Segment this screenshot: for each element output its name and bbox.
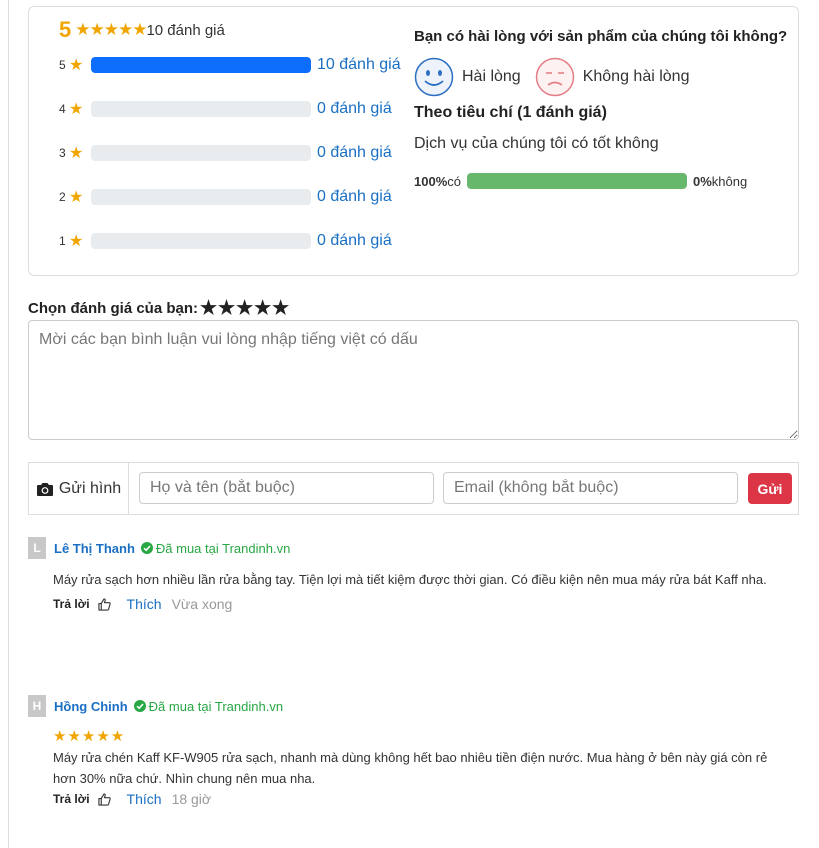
unhappy-label[interactable]: Không hài lòng (583, 68, 690, 86)
name-input[interactable] (139, 472, 434, 504)
rating-level: 3 (59, 146, 66, 160)
criteria-bar (466, 173, 687, 189)
rating-bar (91, 189, 311, 205)
rating-level: 5 (59, 58, 66, 72)
email-input[interactable] (443, 472, 738, 504)
criteria-result: 100% có 0% không (414, 173, 747, 189)
rating-bar (91, 57, 311, 73)
verified-text: Đã mua tại Trandinh.vn (148, 698, 284, 714)
thumbs-up-icon[interactable] (97, 597, 111, 611)
comment-header: H Hồng Chinh Đã mua tại Trandinh.vn (28, 695, 798, 717)
average-score: 5 (59, 17, 72, 42)
avatar: L (28, 537, 46, 559)
star-icon: ★ (69, 145, 84, 162)
avatar: H (28, 695, 46, 717)
rating-row-2[interactable]: 2 ★ 0 đánh giá (59, 187, 392, 207)
thumbs-up-icon[interactable] (97, 792, 111, 806)
comment-item: H Hồng Chinh Đã mua tại Trandinh.vn ★★★★… (28, 695, 798, 807)
rating-level: 1 (59, 234, 66, 248)
verified-text: Đã mua tại Trandinh.vn (155, 540, 291, 556)
comment-time: Vừa xong (171, 596, 233, 612)
reply-link[interactable]: Trả lời (53, 597, 90, 611)
comment-form-row: Gửi hình Gửi (28, 462, 799, 515)
satisfaction-options: Hài lòng Không hài lòng (414, 57, 703, 97)
no-percent: 0% (692, 173, 712, 189)
like-link[interactable]: Thích (127, 791, 162, 807)
total-reviews: 10 đánh giá (146, 21, 225, 39)
average-rating: 5 ★★★★★ 10 đánh giá (59, 17, 225, 43)
star-icon: ★ (69, 233, 84, 250)
no-label: không (711, 173, 748, 189)
comment-text: Máy rửa sạch hơn nhiều lần rửa bằng tay.… (53, 572, 767, 587)
choose-rating: Chọn đánh giá của bạn: ★★★★★ (28, 297, 290, 320)
comment-time: 18 giờ (171, 791, 212, 807)
star-icon: ★ (69, 57, 84, 74)
choose-rating-label: Chọn đánh giá của bạn: (28, 300, 199, 317)
commenter-name: Lê Thị Thanh (54, 540, 135, 556)
star-icon: ★ (69, 189, 84, 206)
criteria-question: Dịch vụ của chúng tôi có tốt không (414, 135, 659, 152)
rating-count: 10 đánh giá (317, 56, 401, 73)
verified-badge: Đã mua tại Trandinh.vn (133, 698, 284, 714)
rating-row-3[interactable]: 3 ★ 0 đánh giá (59, 143, 392, 163)
rating-bar (91, 101, 311, 117)
rating-row-1[interactable]: 1 ★ 0 đánh giá (59, 231, 392, 251)
comment-text: Máy rửa chén Kaff KF-W905 rửa sạch, nhan… (53, 750, 768, 786)
rating-bar (91, 145, 311, 161)
comment-stars: ★★★★★ (53, 728, 126, 745)
happy-face-icon[interactable] (414, 57, 454, 97)
yes-label: có (447, 173, 461, 189)
rating-count: 0 đánh giá (317, 232, 392, 249)
rating-count: 0 đánh giá (317, 144, 392, 161)
page-left-border (8, 0, 9, 848)
comment-actions: Trả lời Thích Vừa xong (53, 596, 798, 612)
rating-star-picker[interactable]: ★★★★★ (200, 297, 290, 320)
rating-bar (91, 233, 311, 249)
send-button[interactable]: Gửi (748, 473, 792, 504)
rating-bar-fill (91, 57, 311, 73)
rating-row-4[interactable]: 4 ★ 0 đánh giá (59, 99, 392, 119)
happy-label[interactable]: Hài lòng (462, 68, 521, 86)
commenter-name: Hồng Chinh (54, 698, 128, 714)
verified-badge: Đã mua tại Trandinh.vn (140, 540, 291, 556)
criteria-title: Theo tiêu chí (1 đánh giá) (414, 104, 607, 121)
comment-textarea[interactable] (28, 320, 799, 440)
check-circle-icon (140, 542, 153, 554)
send-photo-button[interactable]: Gửi hình (29, 463, 129, 514)
rating-level: 4 (59, 102, 66, 116)
yes-percent: 100% (414, 173, 448, 189)
comment-header: L Lê Thị Thanh Đã mua tại Trandinh.vn (28, 537, 798, 559)
like-link[interactable]: Thích (127, 596, 162, 612)
star-icon: ★ (69, 101, 84, 118)
rating-row-5[interactable]: 5 ★ 10 đánh giá (59, 55, 401, 75)
comment-item: L Lê Thị Thanh Đã mua tại Trandinh.vn Má… (28, 537, 798, 612)
send-photo-label: Gửi hình (58, 479, 122, 497)
reply-link[interactable]: Trả lời (53, 792, 90, 806)
rating-summary-box: 5 ★★★★★ 10 đánh giá 5 ★ 10 đánh giá 4 ★ … (28, 6, 799, 276)
camera-icon (36, 482, 53, 496)
rating-count: 0 đánh giá (317, 188, 392, 205)
comment-actions: Trả lời Thích 18 giờ (53, 791, 798, 807)
sad-face-icon[interactable] (535, 57, 575, 97)
average-stars: ★★★★★ (75, 20, 147, 39)
criteria-bar-fill (466, 173, 687, 189)
check-circle-icon (133, 700, 146, 712)
satisfaction-question: Bạn có hài lòng với sản phẩm của chúng t… (414, 28, 788, 45)
rating-level: 2 (59, 190, 66, 204)
rating-count: 0 đánh giá (317, 100, 392, 117)
